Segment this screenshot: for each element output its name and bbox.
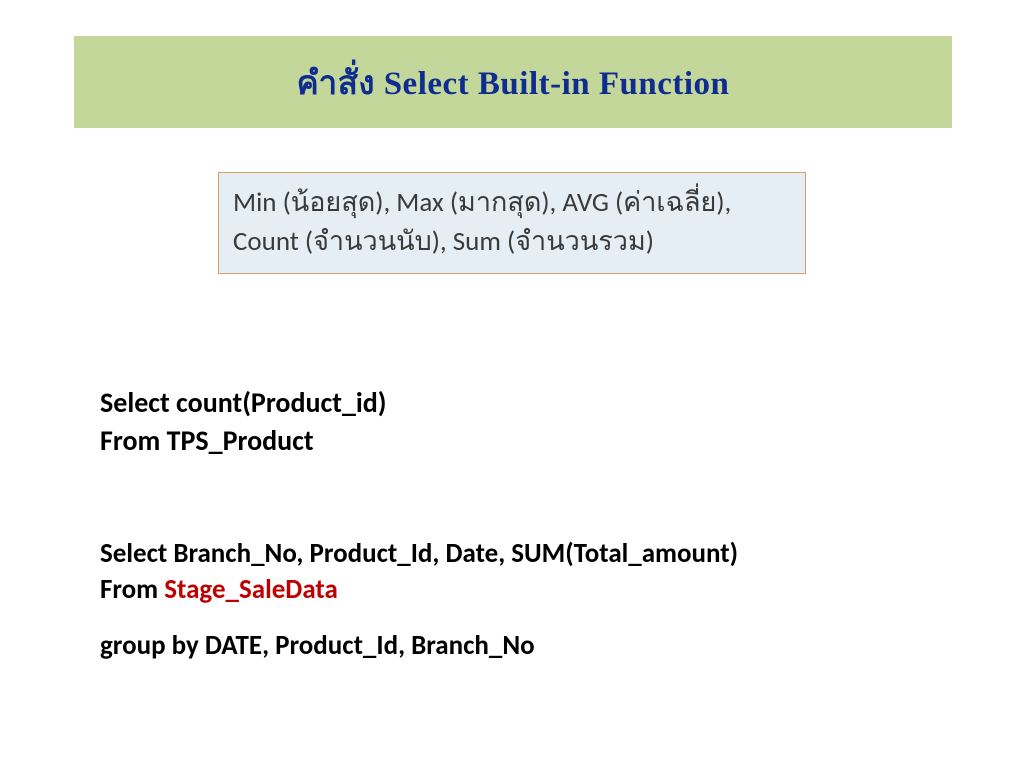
slide-title: คำสั่ง Select Built-in Function: [297, 56, 730, 109]
query1-line1: Select count(Product_id): [100, 384, 387, 422]
query1-line2: From TPS_Product: [100, 422, 387, 460]
title-bar: คำสั่ง Select Built-in Function: [74, 36, 952, 128]
query2-line1: Select Branch_No, Product_Id, Date, SUM(…: [100, 536, 738, 572]
sql-query-1: Select count(Product_id) From TPS_Produc…: [100, 384, 387, 460]
functions-info-box: Min (น้อยสุด), Max (มากสุด), AVG (ค่าเฉล…: [218, 172, 806, 274]
query2-line2: From Stage_SaleData: [100, 572, 738, 608]
functions-info-text: Min (น้อยสุด), Max (มากสุด), AVG (ค่าเฉล…: [233, 183, 791, 261]
sql-query-2: Select Branch_No, Product_Id, Date, SUM(…: [100, 536, 738, 609]
table-name-highlight: Stage_SaleData: [164, 573, 338, 606]
sql-query-3: group by DATE, Product_Id, Branch_No: [100, 628, 535, 664]
